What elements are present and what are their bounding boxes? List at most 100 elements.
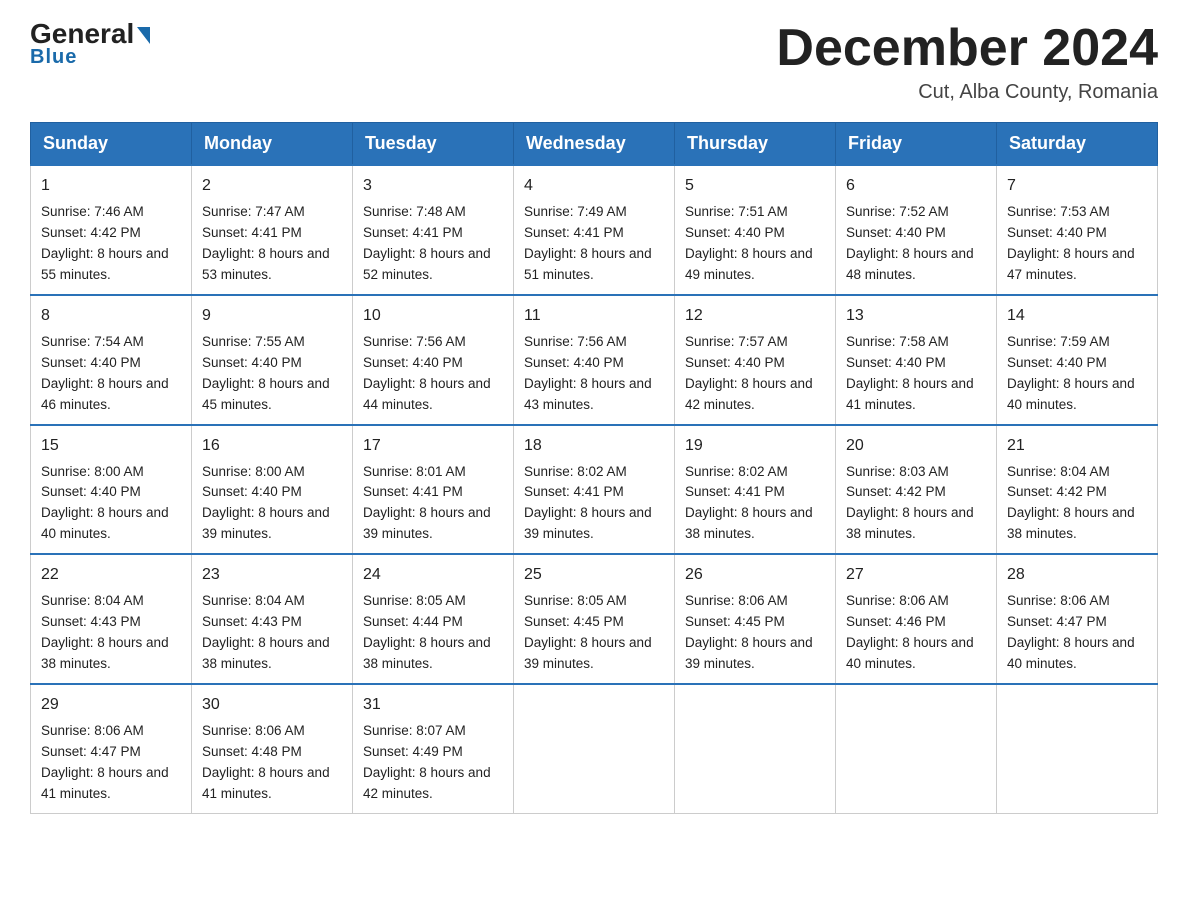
column-header-friday: Friday bbox=[836, 123, 997, 166]
calendar-cell: 21 Sunrise: 8:04 AMSunset: 4:42 PMDayligh… bbox=[997, 425, 1158, 555]
day-info: Sunrise: 7:58 AMSunset: 4:40 PMDaylight:… bbox=[846, 332, 986, 416]
day-number: 28 bbox=[1007, 563, 1147, 587]
week-row-5: 29 Sunrise: 8:06 AMSunset: 4:47 PMDayligh… bbox=[31, 684, 1158, 813]
day-info: Sunrise: 8:05 AMSunset: 4:44 PMDaylight:… bbox=[363, 591, 503, 675]
calendar-cell: 1Sunrise: 7:46 AMSunset: 4:42 PMDaylight… bbox=[31, 165, 192, 295]
day-number: 9 bbox=[202, 304, 342, 328]
day-info: Sunrise: 7:52 AMSunset: 4:40 PMDaylight:… bbox=[846, 202, 986, 286]
day-number: 4 bbox=[524, 174, 664, 198]
column-header-wednesday: Wednesday bbox=[514, 123, 675, 166]
day-number: 26 bbox=[685, 563, 825, 587]
day-number: 27 bbox=[846, 563, 986, 587]
page-header: General Blue December 2024 Cut, Alba Cou… bbox=[30, 20, 1158, 104]
day-info: Sunrise: 8:04 AMSunset: 4:42 PMDaylight:… bbox=[1007, 462, 1147, 546]
day-info: Sunrise: 7:56 AMSunset: 4:40 PMDaylight:… bbox=[363, 332, 503, 416]
calendar-cell: 22 Sunrise: 8:04 AMSunset: 4:43 PMDayligh… bbox=[31, 554, 192, 684]
calendar-cell: 18 Sunrise: 8:02 AMSunset: 4:41 PMDayligh… bbox=[514, 425, 675, 555]
day-number: 8 bbox=[41, 304, 181, 328]
day-number: 7 bbox=[1007, 174, 1147, 198]
calendar-table: SundayMondayTuesdayWednesdayThursdayFrid… bbox=[30, 122, 1158, 813]
day-number: 22 bbox=[41, 563, 181, 587]
day-info: Sunrise: 8:04 AMSunset: 4:43 PMDaylight:… bbox=[41, 591, 181, 675]
month-title: December 2024 bbox=[776, 20, 1158, 77]
column-header-sunday: Sunday bbox=[31, 123, 192, 166]
day-info: Sunrise: 7:53 AMSunset: 4:40 PMDaylight:… bbox=[1007, 202, 1147, 286]
day-info: Sunrise: 8:06 AMSunset: 4:47 PMDaylight:… bbox=[1007, 591, 1147, 675]
logo: General Blue bbox=[30, 20, 150, 69]
calendar-cell: 26Sunrise: 8:06 AMSunset: 4:45 PMDayligh… bbox=[675, 554, 836, 684]
calendar-cell: 29 Sunrise: 8:06 AMSunset: 4:47 PMDayligh… bbox=[31, 684, 192, 813]
calendar-cell: 5 Sunrise: 7:51 AMSunset: 4:40 PMDaylight… bbox=[675, 165, 836, 295]
day-number: 18 bbox=[524, 434, 664, 458]
day-info: Sunrise: 7:54 AMSunset: 4:40 PMDaylight:… bbox=[41, 332, 181, 416]
day-number: 19 bbox=[685, 434, 825, 458]
calendar-cell bbox=[997, 684, 1158, 813]
day-number: 25 bbox=[524, 563, 664, 587]
day-info: Sunrise: 7:51 AMSunset: 4:40 PMDaylight:… bbox=[685, 202, 825, 286]
calendar-cell bbox=[836, 684, 997, 813]
logo-general: General bbox=[30, 20, 150, 48]
day-info: Sunrise: 7:55 AMSunset: 4:40 PMDaylight:… bbox=[202, 332, 342, 416]
day-info: Sunrise: 8:06 AMSunset: 4:47 PMDaylight:… bbox=[41, 721, 181, 805]
day-number: 23 bbox=[202, 563, 342, 587]
day-number: 20 bbox=[846, 434, 986, 458]
day-info: Sunrise: 8:03 AMSunset: 4:42 PMDaylight:… bbox=[846, 462, 986, 546]
calendar-cell: 13Sunrise: 7:58 AMSunset: 4:40 PMDayligh… bbox=[836, 295, 997, 425]
calendar-cell: 12Sunrise: 7:57 AMSunset: 4:40 PMDayligh… bbox=[675, 295, 836, 425]
column-header-thursday: Thursday bbox=[675, 123, 836, 166]
week-row-4: 22 Sunrise: 8:04 AMSunset: 4:43 PMDayligh… bbox=[31, 554, 1158, 684]
calendar-cell: 28 Sunrise: 8:06 AMSunset: 4:47 PMDayligh… bbox=[997, 554, 1158, 684]
day-info: Sunrise: 8:00 AMSunset: 4:40 PMDaylight:… bbox=[41, 462, 181, 546]
day-info: Sunrise: 8:04 AMSunset: 4:43 PMDaylight:… bbox=[202, 591, 342, 675]
day-number: 10 bbox=[363, 304, 503, 328]
column-header-saturday: Saturday bbox=[997, 123, 1158, 166]
day-number: 1 bbox=[41, 174, 181, 198]
day-number: 14 bbox=[1007, 304, 1147, 328]
week-row-3: 15 Sunrise: 8:00 AMSunset: 4:40 PMDayligh… bbox=[31, 425, 1158, 555]
day-info: Sunrise: 8:05 AMSunset: 4:45 PMDaylight:… bbox=[524, 591, 664, 675]
day-number: 15 bbox=[41, 434, 181, 458]
calendar-cell: 7 Sunrise: 7:53 AMSunset: 4:40 PMDaylight… bbox=[997, 165, 1158, 295]
day-number: 21 bbox=[1007, 434, 1147, 458]
day-info: Sunrise: 7:48 AMSunset: 4:41 PMDaylight:… bbox=[363, 202, 503, 286]
calendar-cell: 4 Sunrise: 7:49 AMSunset: 4:41 PMDaylight… bbox=[514, 165, 675, 295]
day-number: 29 bbox=[41, 693, 181, 717]
calendar-cell: 27 Sunrise: 8:06 AMSunset: 4:46 PMDayligh… bbox=[836, 554, 997, 684]
day-info: Sunrise: 7:49 AMSunset: 4:41 PMDaylight:… bbox=[524, 202, 664, 286]
day-info: Sunrise: 8:01 AMSunset: 4:41 PMDaylight:… bbox=[363, 462, 503, 546]
day-info: Sunrise: 8:06 AMSunset: 4:46 PMDaylight:… bbox=[846, 591, 986, 675]
day-info: Sunrise: 8:00 AMSunset: 4:40 PMDaylight:… bbox=[202, 462, 342, 546]
calendar-cell: 14 Sunrise: 7:59 AMSunset: 4:40 PMDayligh… bbox=[997, 295, 1158, 425]
day-number: 2 bbox=[202, 174, 342, 198]
calendar-header-row: SundayMondayTuesdayWednesdayThursdayFrid… bbox=[31, 123, 1158, 166]
day-number: 31 bbox=[363, 693, 503, 717]
column-header-tuesday: Tuesday bbox=[353, 123, 514, 166]
calendar-cell bbox=[675, 684, 836, 813]
column-header-monday: Monday bbox=[192, 123, 353, 166]
day-info: Sunrise: 7:59 AMSunset: 4:40 PMDaylight:… bbox=[1007, 332, 1147, 416]
calendar-cell: 20 Sunrise: 8:03 AMSunset: 4:42 PMDayligh… bbox=[836, 425, 997, 555]
day-number: 3 bbox=[363, 174, 503, 198]
day-number: 17 bbox=[363, 434, 503, 458]
calendar-cell: 24 Sunrise: 8:05 AMSunset: 4:44 PMDayligh… bbox=[353, 554, 514, 684]
week-row-2: 8 Sunrise: 7:54 AMSunset: 4:40 PMDaylight… bbox=[31, 295, 1158, 425]
calendar-cell: 30Sunrise: 8:06 AMSunset: 4:48 PMDayligh… bbox=[192, 684, 353, 813]
calendar-cell: 17 Sunrise: 8:01 AMSunset: 4:41 PMDayligh… bbox=[353, 425, 514, 555]
day-number: 11 bbox=[524, 304, 664, 328]
calendar-cell: 2Sunrise: 7:47 AMSunset: 4:41 PMDaylight… bbox=[192, 165, 353, 295]
day-number: 5 bbox=[685, 174, 825, 198]
calendar-cell: 3 Sunrise: 7:48 AMSunset: 4:41 PMDaylight… bbox=[353, 165, 514, 295]
day-number: 12 bbox=[685, 304, 825, 328]
calendar-cell: 23 Sunrise: 8:04 AMSunset: 4:43 PMDayligh… bbox=[192, 554, 353, 684]
day-info: Sunrise: 7:56 AMSunset: 4:40 PMDaylight:… bbox=[524, 332, 664, 416]
calendar-cell: 10 Sunrise: 7:56 AMSunset: 4:40 PMDayligh… bbox=[353, 295, 514, 425]
day-number: 6 bbox=[846, 174, 986, 198]
day-info: Sunrise: 8:02 AMSunset: 4:41 PMDaylight:… bbox=[524, 462, 664, 546]
calendar-cell: 16 Sunrise: 8:00 AMSunset: 4:40 PMDayligh… bbox=[192, 425, 353, 555]
day-number: 24 bbox=[363, 563, 503, 587]
title-section: December 2024 Cut, Alba County, Romania bbox=[776, 20, 1158, 104]
day-number: 16 bbox=[202, 434, 342, 458]
location-title: Cut, Alba County, Romania bbox=[776, 81, 1158, 104]
day-info: Sunrise: 8:02 AMSunset: 4:41 PMDaylight:… bbox=[685, 462, 825, 546]
day-info: Sunrise: 8:06 AMSunset: 4:48 PMDaylight:… bbox=[202, 721, 342, 805]
